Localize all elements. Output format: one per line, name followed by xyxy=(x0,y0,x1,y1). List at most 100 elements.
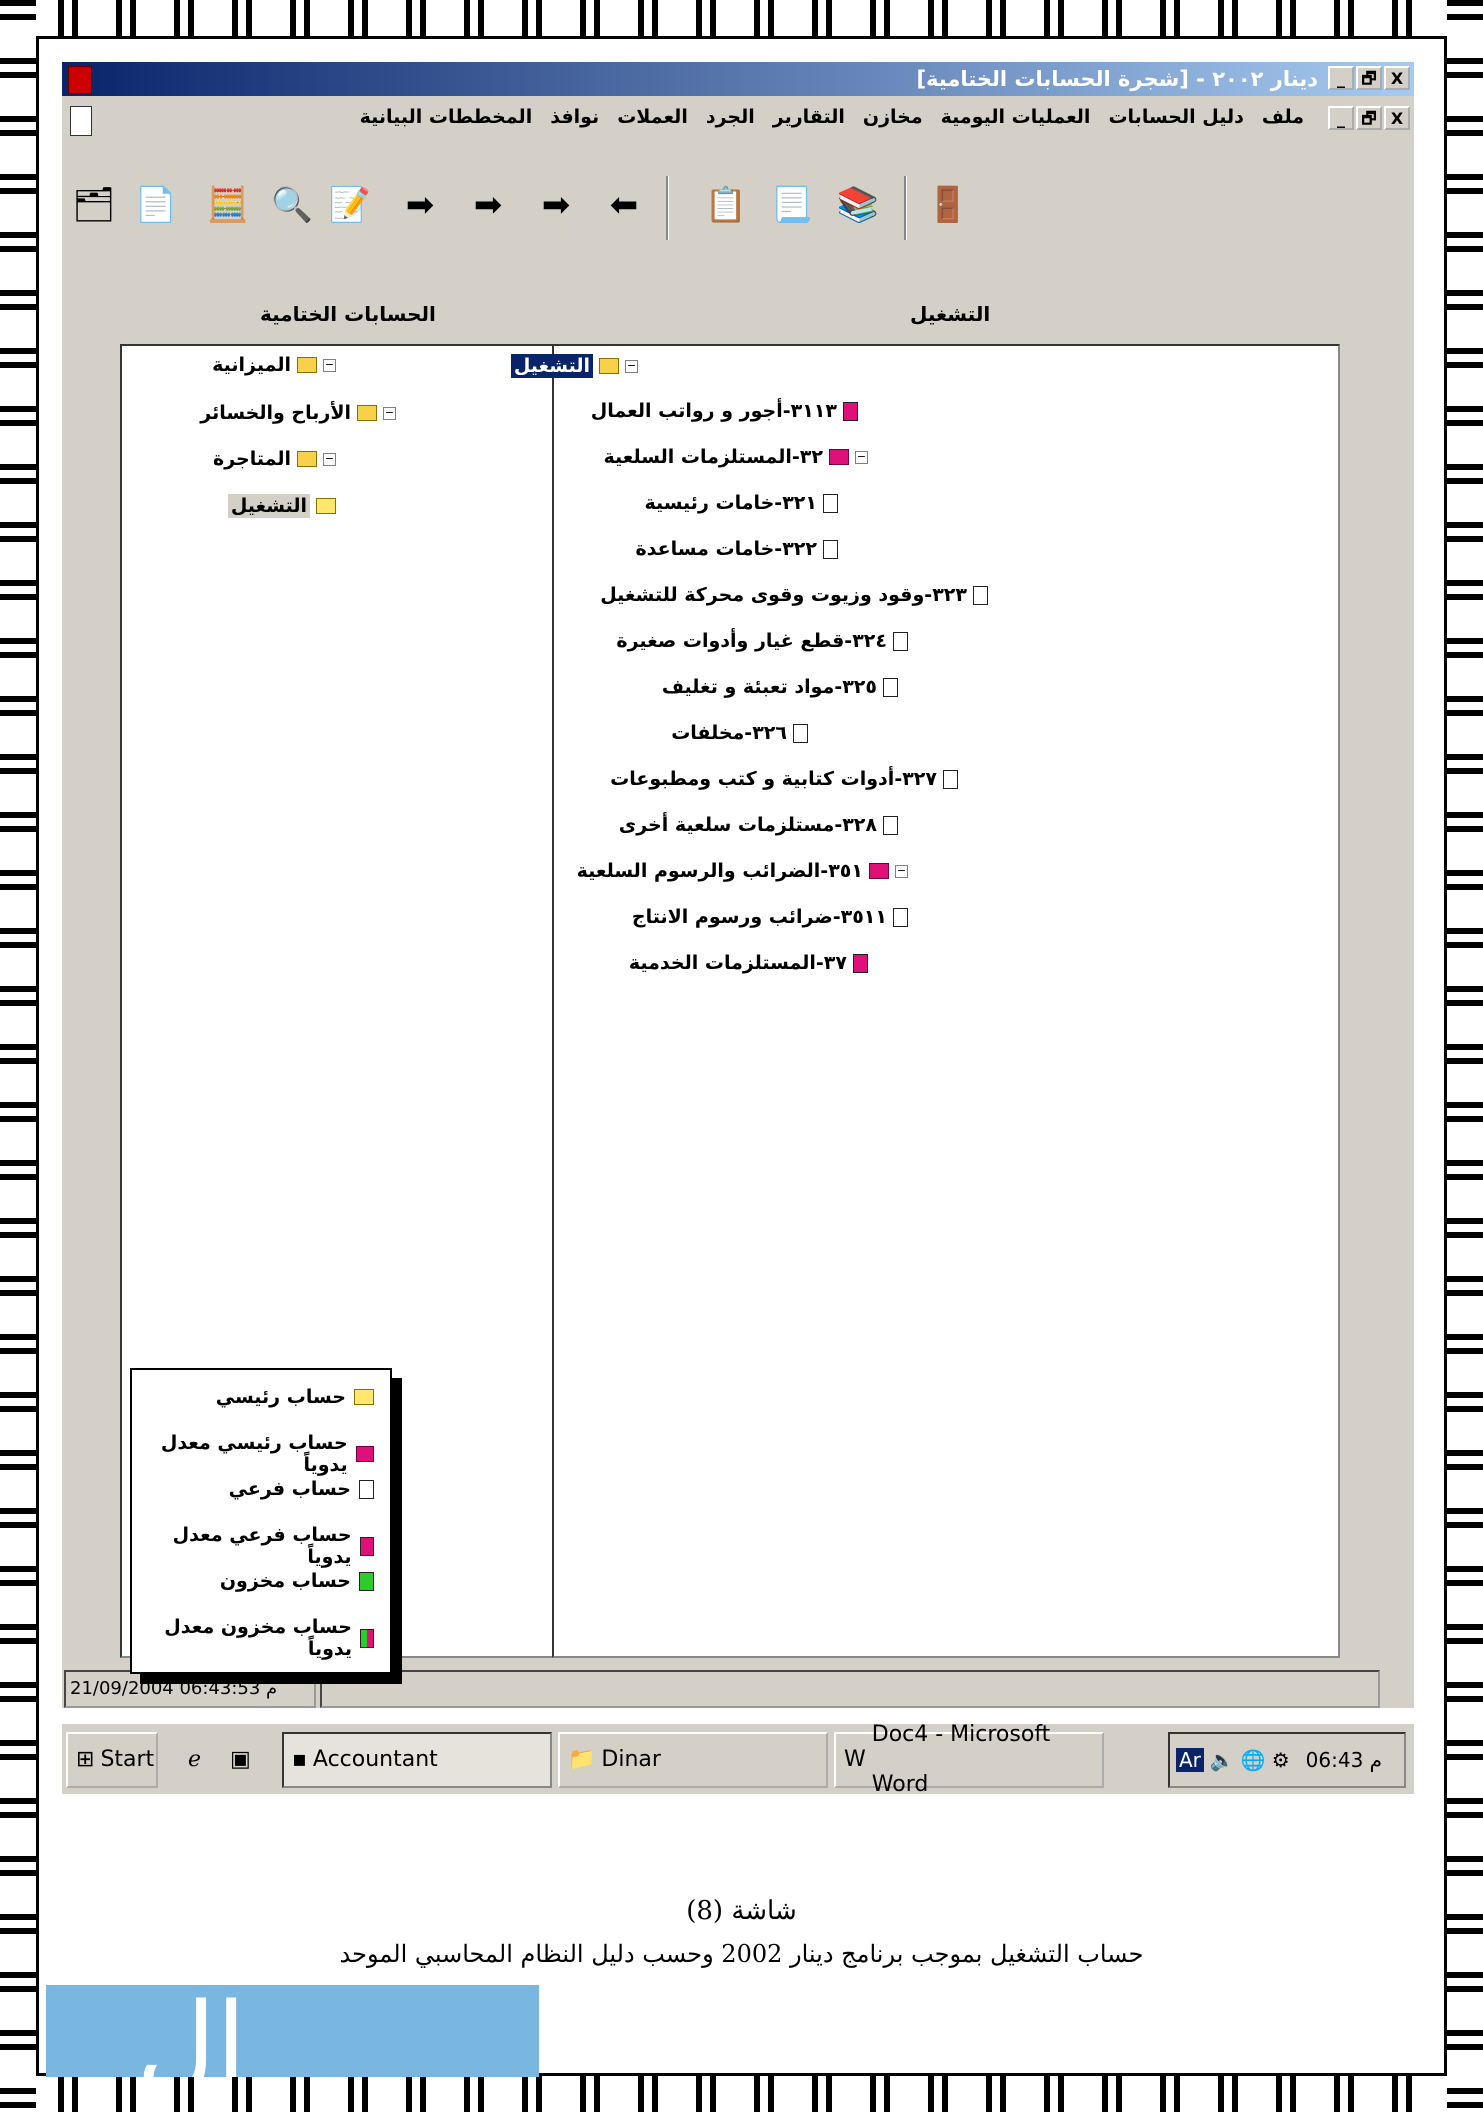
clock: 06:43 م xyxy=(1305,1748,1383,1772)
menu-windows[interactable]: نوافذ xyxy=(550,106,599,128)
legend-main-account: حساب رئيسي xyxy=(216,1386,374,1408)
export-arrow-icon-1[interactable]: ➡ xyxy=(396,172,444,238)
doc-close-button[interactable]: X xyxy=(1384,106,1410,130)
taskbar-word[interactable]: W Doc4 - Microsoft Word xyxy=(834,1722,1104,1797)
edit-document-icon[interactable]: 📝 xyxy=(326,172,374,238)
document-icon xyxy=(893,907,908,927)
open-folder-icon xyxy=(297,357,317,373)
tree-view-icon[interactable]: 🗂 xyxy=(70,172,118,238)
report-icon[interactable]: 📋 xyxy=(702,172,750,238)
tree-node-operations[interactable]: التشغيل xyxy=(227,494,336,518)
restore-button[interactable]: 🗗 xyxy=(1356,66,1382,90)
windows-logo-icon: ⊞ xyxy=(76,1747,95,1772)
document-icon xyxy=(943,769,958,789)
collapse-toggle[interactable]: − xyxy=(625,359,638,373)
menu-charts[interactable]: المخططات البيانية xyxy=(360,106,533,128)
collapse-toggle[interactable]: − xyxy=(895,864,908,878)
red-open-folder-icon xyxy=(869,863,889,879)
tree-node-auxiliary-materials[interactable]: ٣٢٢-خامات مساعدة xyxy=(635,538,838,560)
document-icon xyxy=(359,1479,374,1499)
legend-sub-account-modified: حساب فرعي معدل يدوياً xyxy=(132,1524,374,1568)
menu-chart-of-accounts[interactable]: دليل الحسابات xyxy=(1108,106,1243,128)
app-icon[interactable] xyxy=(68,66,92,94)
legend-main-account-modified: حساب رئيسي معدل يدوياً xyxy=(132,1432,374,1476)
red-open-folder-icon xyxy=(829,449,849,465)
menu-warehouses[interactable]: مخازن xyxy=(863,106,923,128)
menu-file[interactable]: ملف xyxy=(1262,106,1304,128)
books-icon[interactable]: 📚 xyxy=(834,172,882,238)
legend-sub-account: حساب فرعي xyxy=(229,1478,374,1500)
title-bar[interactable]: دينار ٢٠٠٢ - [شجرة الحسابات الختامية] _ … xyxy=(62,62,1414,96)
language-indicator[interactable]: Ar xyxy=(1176,1748,1204,1772)
document-icon[interactable] xyxy=(70,106,92,136)
tree-node-taxes-fees[interactable]: − ٣٥١-الضرائب والرسوم السلعية xyxy=(577,860,908,882)
tree-node-balance-sheet[interactable]: − الميزانية xyxy=(212,354,336,376)
quick-launch-icon[interactable]: ▣ xyxy=(222,1732,262,1788)
open-folder-icon xyxy=(357,405,377,421)
document-icon xyxy=(883,677,898,697)
tree-node-root-operations[interactable]: − التشغيل xyxy=(510,354,638,378)
legend-inventory-account-modified: حساب مخزون معدل يدوياً xyxy=(132,1616,374,1660)
toolbar-separator xyxy=(666,176,669,240)
decorative-border-bottom xyxy=(0,2076,1483,2112)
decorative-border-left xyxy=(0,0,36,2112)
watermark-logo: ال xyxy=(46,1985,539,2077)
folder-icon xyxy=(316,498,336,514)
close-button[interactable]: X xyxy=(1384,66,1410,90)
red-document-icon xyxy=(359,1536,374,1556)
tray-app-icon[interactable]: ⚙ xyxy=(1272,1748,1290,1772)
calculator-icon[interactable]: 🧮 xyxy=(204,172,252,238)
menu-currencies[interactable]: العملات xyxy=(617,106,688,128)
open-folder-icon xyxy=(297,451,317,467)
open-folder-icon xyxy=(599,358,619,374)
numbered-list-icon[interactable]: 📃 xyxy=(768,172,816,238)
collapse-toggle[interactable]: − xyxy=(383,406,396,420)
export-arrow-icon-3[interactable]: ➡ xyxy=(532,172,580,238)
menu-reports[interactable]: التقارير xyxy=(773,106,845,128)
decorative-border-right xyxy=(1447,0,1483,2112)
menu-daily-operations[interactable]: العمليات اليومية xyxy=(941,106,1091,128)
tree-node-production-taxes[interactable]: ٣٥١١-ضرائب ورسوم الانتاج xyxy=(632,906,908,928)
doc-restore-button[interactable]: 🗗 xyxy=(1356,106,1382,130)
tree-node-spare-parts[interactable]: ٣٢٤-قطع غيار وأدوات صغيرة xyxy=(616,630,908,652)
tree-node-stationery[interactable]: ٣٢٧-أدوات كتابية و كتب ومطبوعات xyxy=(610,768,958,790)
status-datetime: 21/09/2004 06:43:53 م xyxy=(64,1670,316,1708)
spell-check-icon[interactable]: 🔍 xyxy=(268,172,316,238)
tree-node-commodity-supplies[interactable]: − ٣٢-المستلزمات السلعية xyxy=(604,446,868,468)
legend-inventory-account: حساب مخزون xyxy=(220,1570,374,1592)
network-icon[interactable]: 🌐 xyxy=(1241,1748,1266,1772)
taskbar: ⊞ Start ℯ ▣ ▪ Accountant 📁 Dinar W Doc4 … xyxy=(62,1722,1414,1797)
collapse-toggle[interactable]: − xyxy=(323,452,336,466)
document-icon xyxy=(793,723,808,743)
collapse-toggle[interactable]: − xyxy=(855,450,868,464)
tree-node-waste[interactable]: ٣٢٦-مخلفات xyxy=(671,722,808,744)
document-icon xyxy=(823,539,838,559)
start-button[interactable]: ⊞ Start xyxy=(66,1732,158,1788)
minimize-button[interactable]: _ xyxy=(1328,66,1354,90)
folder-icon: 📁 xyxy=(568,1747,596,1772)
import-arrow-icon[interactable]: ⬅ xyxy=(600,172,648,238)
taskbar-accountant[interactable]: ▪ Accountant xyxy=(282,1732,552,1788)
status-message xyxy=(320,1670,1380,1708)
tree-node-packaging[interactable]: ٣٢٥-مواد تعبئة و تغليف xyxy=(662,676,898,698)
app-icon: ▪ xyxy=(292,1747,307,1772)
tree-node-main-materials[interactable]: ٣٢١-خامات رئيسية xyxy=(644,492,838,514)
internet-explorer-icon[interactable]: ℯ xyxy=(180,1732,220,1788)
tree-node-trading[interactable]: − المتاجرة xyxy=(213,448,336,470)
blank-page-icon[interactable]: 📄 xyxy=(132,172,180,238)
exit-door-icon[interactable]: 🚪 xyxy=(924,172,972,238)
collapse-toggle[interactable]: − xyxy=(323,358,336,372)
volume-icon[interactable]: 🔈 xyxy=(1210,1748,1235,1772)
export-arrow-icon-2[interactable]: ➡ xyxy=(464,172,512,238)
system-tray: Ar 🔈 🌐 ⚙ 06:43 م xyxy=(1168,1732,1406,1788)
decorative-border-top xyxy=(0,0,1483,36)
doc-minimize-button[interactable]: _ xyxy=(1328,106,1354,130)
taskbar-dinar[interactable]: 📁 Dinar xyxy=(558,1732,828,1788)
menu-inventory[interactable]: الجرد xyxy=(706,106,755,128)
tree-node-profit-loss[interactable]: − الأرباح والخسائر xyxy=(200,402,396,424)
tree-node-fuel-oils[interactable]: ٣٢٣-وقود وزيوت وقوى محركة للتشغيل xyxy=(600,584,988,606)
tree-node-wages[interactable]: ٣١١٣-أجور و رواتب العمال xyxy=(591,400,858,422)
tree-node-other-supplies[interactable]: ٣٢٨-مستلزمات سلعية أخرى xyxy=(619,814,898,836)
document-icon xyxy=(973,585,988,605)
tree-node-service-supplies[interactable]: ٣٧-المستلزمات الخدمية xyxy=(629,952,868,974)
